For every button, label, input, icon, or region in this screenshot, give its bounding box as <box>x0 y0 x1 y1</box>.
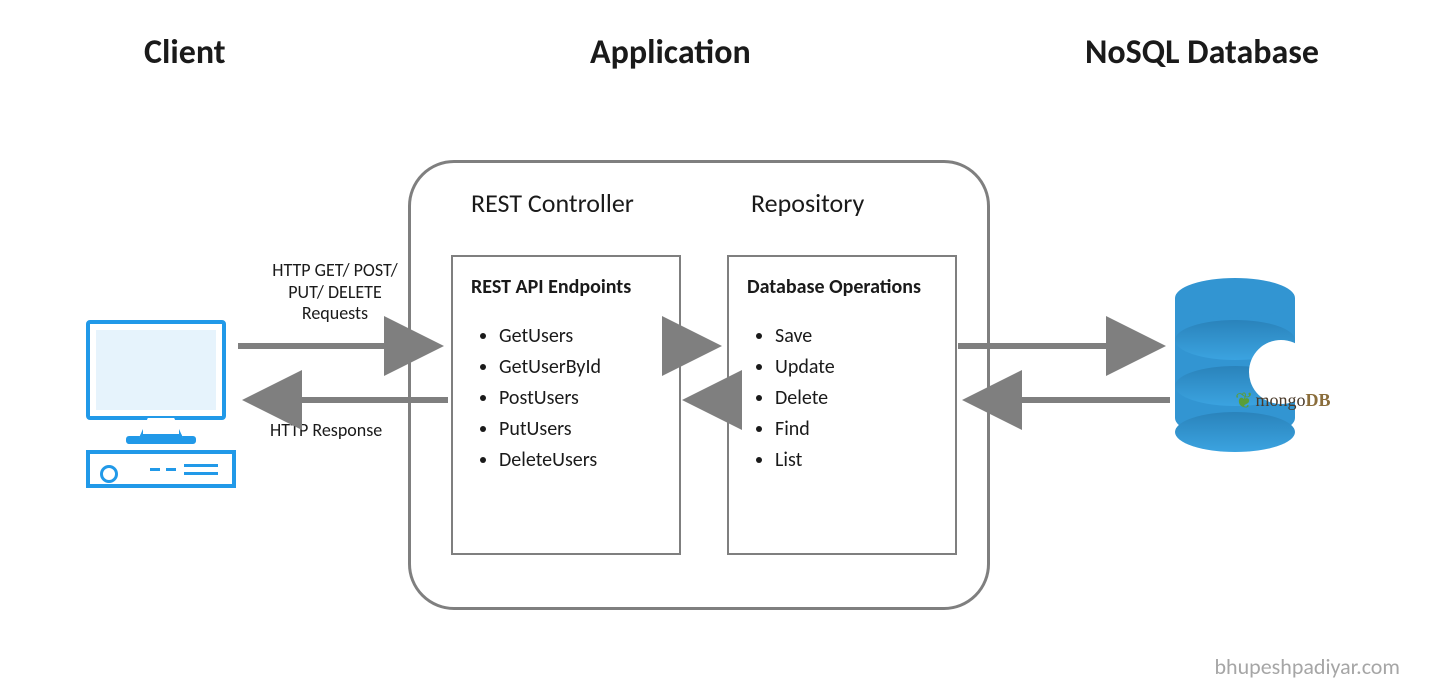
list-item: List <box>775 445 937 476</box>
list-item: PutUsers <box>499 414 661 445</box>
repository-label: Repository <box>751 187 864 219</box>
database-title: NoSQL Database <box>1085 32 1319 73</box>
db-operations-heading: Database Operations <box>747 275 937 299</box>
rest-endpoints-heading: REST API Endpoints <box>471 275 661 299</box>
mongo-db-text: DB <box>1305 390 1330 410</box>
rest-endpoints-list: GetUsers GetUserById PostUsers PutUsers … <box>471 321 661 476</box>
list-item: Update <box>775 352 937 383</box>
http-response-label: HTTP Response <box>270 420 382 442</box>
list-item: Delete <box>775 383 937 414</box>
application-title: Application <box>590 32 751 73</box>
application-container: REST Controller Repository REST API Endp… <box>408 160 990 610</box>
watermark: bhupeshpadiyar.com <box>1214 653 1400 680</box>
list-item: GetUsers <box>499 321 661 352</box>
leaf-icon: ❦ <box>1235 388 1253 413</box>
database-cylinder-icon <box>1175 278 1305 438</box>
repository-box: Database Operations Save Update Delete F… <box>727 255 957 555</box>
db-operations-list: Save Update Delete Find List <box>747 321 937 476</box>
http-request-label: HTTP GET/ POST/PUT/ DELETERequests <box>260 260 410 325</box>
rest-controller-box: REST API Endpoints GetUsers GetUserById … <box>451 255 681 555</box>
list-item: Find <box>775 414 937 445</box>
mongo-text: mongo <box>1255 390 1305 410</box>
client-title: Client <box>144 32 226 73</box>
list-item: PostUsers <box>499 383 661 414</box>
mongodb-logo: ❦mongoDB <box>1235 388 1330 414</box>
list-item: GetUserById <box>499 352 661 383</box>
rest-controller-label: REST Controller <box>471 187 634 219</box>
list-item: Save <box>775 321 937 352</box>
client-computer-icon <box>86 320 236 488</box>
list-item: DeleteUsers <box>499 445 661 476</box>
